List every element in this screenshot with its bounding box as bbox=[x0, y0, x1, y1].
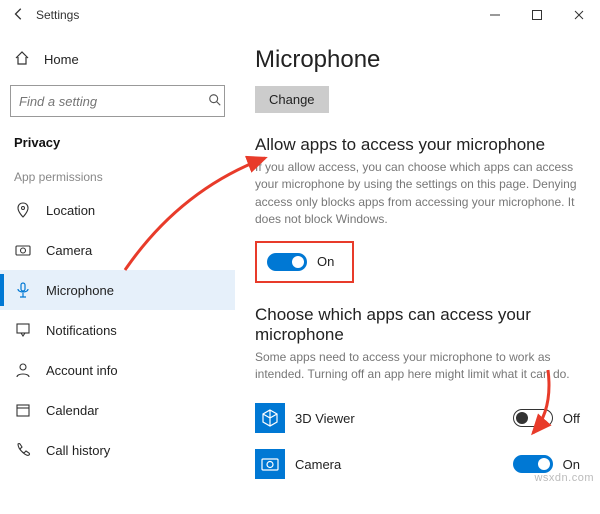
sidebar-item-label: Call history bbox=[46, 443, 110, 458]
app-toggle-camera[interactable] bbox=[513, 455, 553, 473]
app-row-3d-viewer: 3D Viewer Off bbox=[255, 395, 580, 441]
allow-access-desc: If you allow access, you can choose whic… bbox=[255, 159, 580, 229]
home-nav[interactable]: Home bbox=[0, 40, 235, 79]
privacy-group-label: Privacy bbox=[0, 127, 235, 158]
sidebar-item-label: Camera bbox=[46, 243, 92, 258]
sidebar-item-label: Notifications bbox=[46, 323, 117, 338]
app-name: 3D Viewer bbox=[295, 411, 503, 426]
home-label: Home bbox=[44, 52, 79, 67]
sidebar-item-account-info[interactable]: Account info bbox=[0, 350, 235, 390]
back-button[interactable] bbox=[8, 7, 30, 24]
allow-access-toggle[interactable] bbox=[267, 253, 307, 271]
minimize-button[interactable] bbox=[474, 0, 516, 30]
allow-access-toggle-label: On bbox=[317, 254, 334, 269]
app-permissions-label: App permissions bbox=[0, 158, 235, 190]
app-toggle-label: On bbox=[563, 457, 580, 472]
titlebar: Settings bbox=[0, 0, 600, 30]
account-icon bbox=[14, 362, 32, 378]
maximize-button[interactable] bbox=[516, 0, 558, 30]
home-icon bbox=[14, 50, 30, 69]
close-button[interactable] bbox=[558, 0, 600, 30]
search-box[interactable] bbox=[10, 85, 225, 117]
sidebar-item-label: Location bbox=[46, 203, 95, 218]
sidebar-item-location[interactable]: Location bbox=[0, 190, 235, 230]
sidebar-item-label: Microphone bbox=[46, 283, 114, 298]
search-icon bbox=[205, 93, 224, 110]
page-title: Microphone bbox=[255, 46, 580, 74]
app-icon-3d-viewer bbox=[255, 403, 285, 433]
location-icon bbox=[14, 202, 32, 218]
calendar-icon bbox=[14, 402, 32, 418]
app-icon-camera bbox=[255, 449, 285, 479]
sidebar-item-calendar[interactable]: Calendar bbox=[0, 390, 235, 430]
sidebar: Home Privacy App permissions Location Ca… bbox=[0, 30, 235, 514]
sidebar-item-microphone[interactable]: Microphone bbox=[0, 270, 235, 310]
app-toggle-label: Off bbox=[563, 411, 580, 426]
sidebar-item-camera[interactable]: Camera bbox=[0, 230, 235, 270]
sidebar-item-notifications[interactable]: Notifications bbox=[0, 310, 235, 350]
window-title: Settings bbox=[30, 8, 474, 22]
allow-access-title: Allow apps to access your microphone bbox=[255, 135, 580, 155]
change-button[interactable]: Change bbox=[255, 86, 329, 113]
choose-apps-desc: Some apps need to access your microphone… bbox=[255, 349, 580, 384]
microphone-icon bbox=[14, 282, 32, 298]
notifications-icon bbox=[14, 322, 32, 338]
sidebar-item-call-history[interactable]: Call history bbox=[0, 430, 235, 470]
sidebar-item-label: Calendar bbox=[46, 403, 99, 418]
watermark: wsxdn.com bbox=[534, 472, 594, 484]
app-row-camera: Camera On bbox=[255, 441, 580, 487]
sidebar-item-label: Account info bbox=[46, 363, 118, 378]
main-content: Microphone Change Allow apps to access y… bbox=[235, 30, 600, 514]
camera-icon bbox=[14, 242, 32, 258]
phone-icon bbox=[14, 442, 32, 458]
choose-apps-title: Choose which apps can access your microp… bbox=[255, 305, 580, 345]
search-input[interactable] bbox=[11, 94, 205, 109]
allow-access-toggle-highlight: On bbox=[255, 241, 354, 283]
app-name: Camera bbox=[295, 457, 503, 472]
app-toggle-3d-viewer[interactable] bbox=[513, 409, 553, 427]
